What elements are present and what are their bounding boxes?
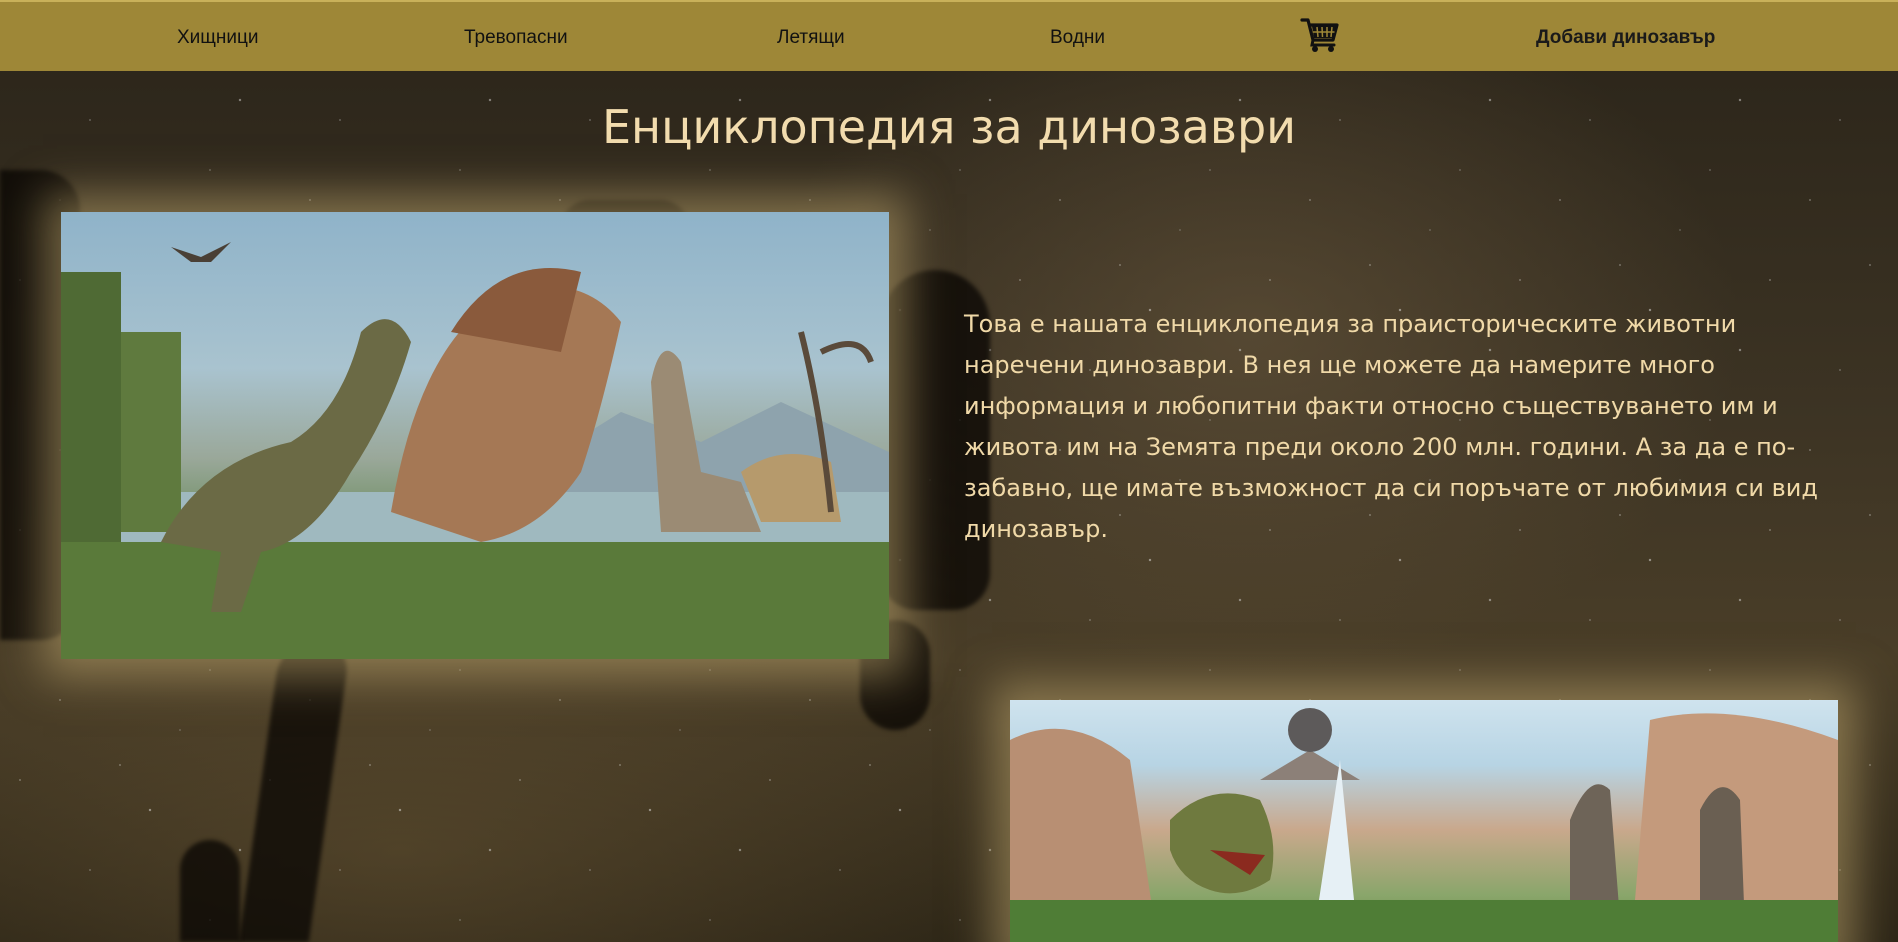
top-navigation: Хищници Тревопасни Летящи Водни Добави д… [0,0,1898,71]
page-title: Енциклопедия за динозаври [601,100,1297,154]
nav-item-aquatic[interactable]: Водни [1050,2,1105,73]
encyclopedia-description: Това е нашата енциклопедия за праисторич… [964,310,1818,543]
shopping-cart-icon[interactable] [1300,16,1340,54]
nav-item-flying[interactable]: Летящи [777,2,845,73]
dinosaurs-valley-image [1010,700,1838,942]
dinosaur-silhouette [180,840,240,942]
dinosaurs-lake-image [61,212,889,659]
page: Хищници Тревопасни Летящи Водни Добави д… [0,0,1898,942]
nav-item-herbivores[interactable]: Тревопасни [464,2,568,73]
nav-item-predators[interactable]: Хищници [177,2,259,73]
add-dinosaur-link[interactable]: Добави динозавър [1536,2,1715,73]
